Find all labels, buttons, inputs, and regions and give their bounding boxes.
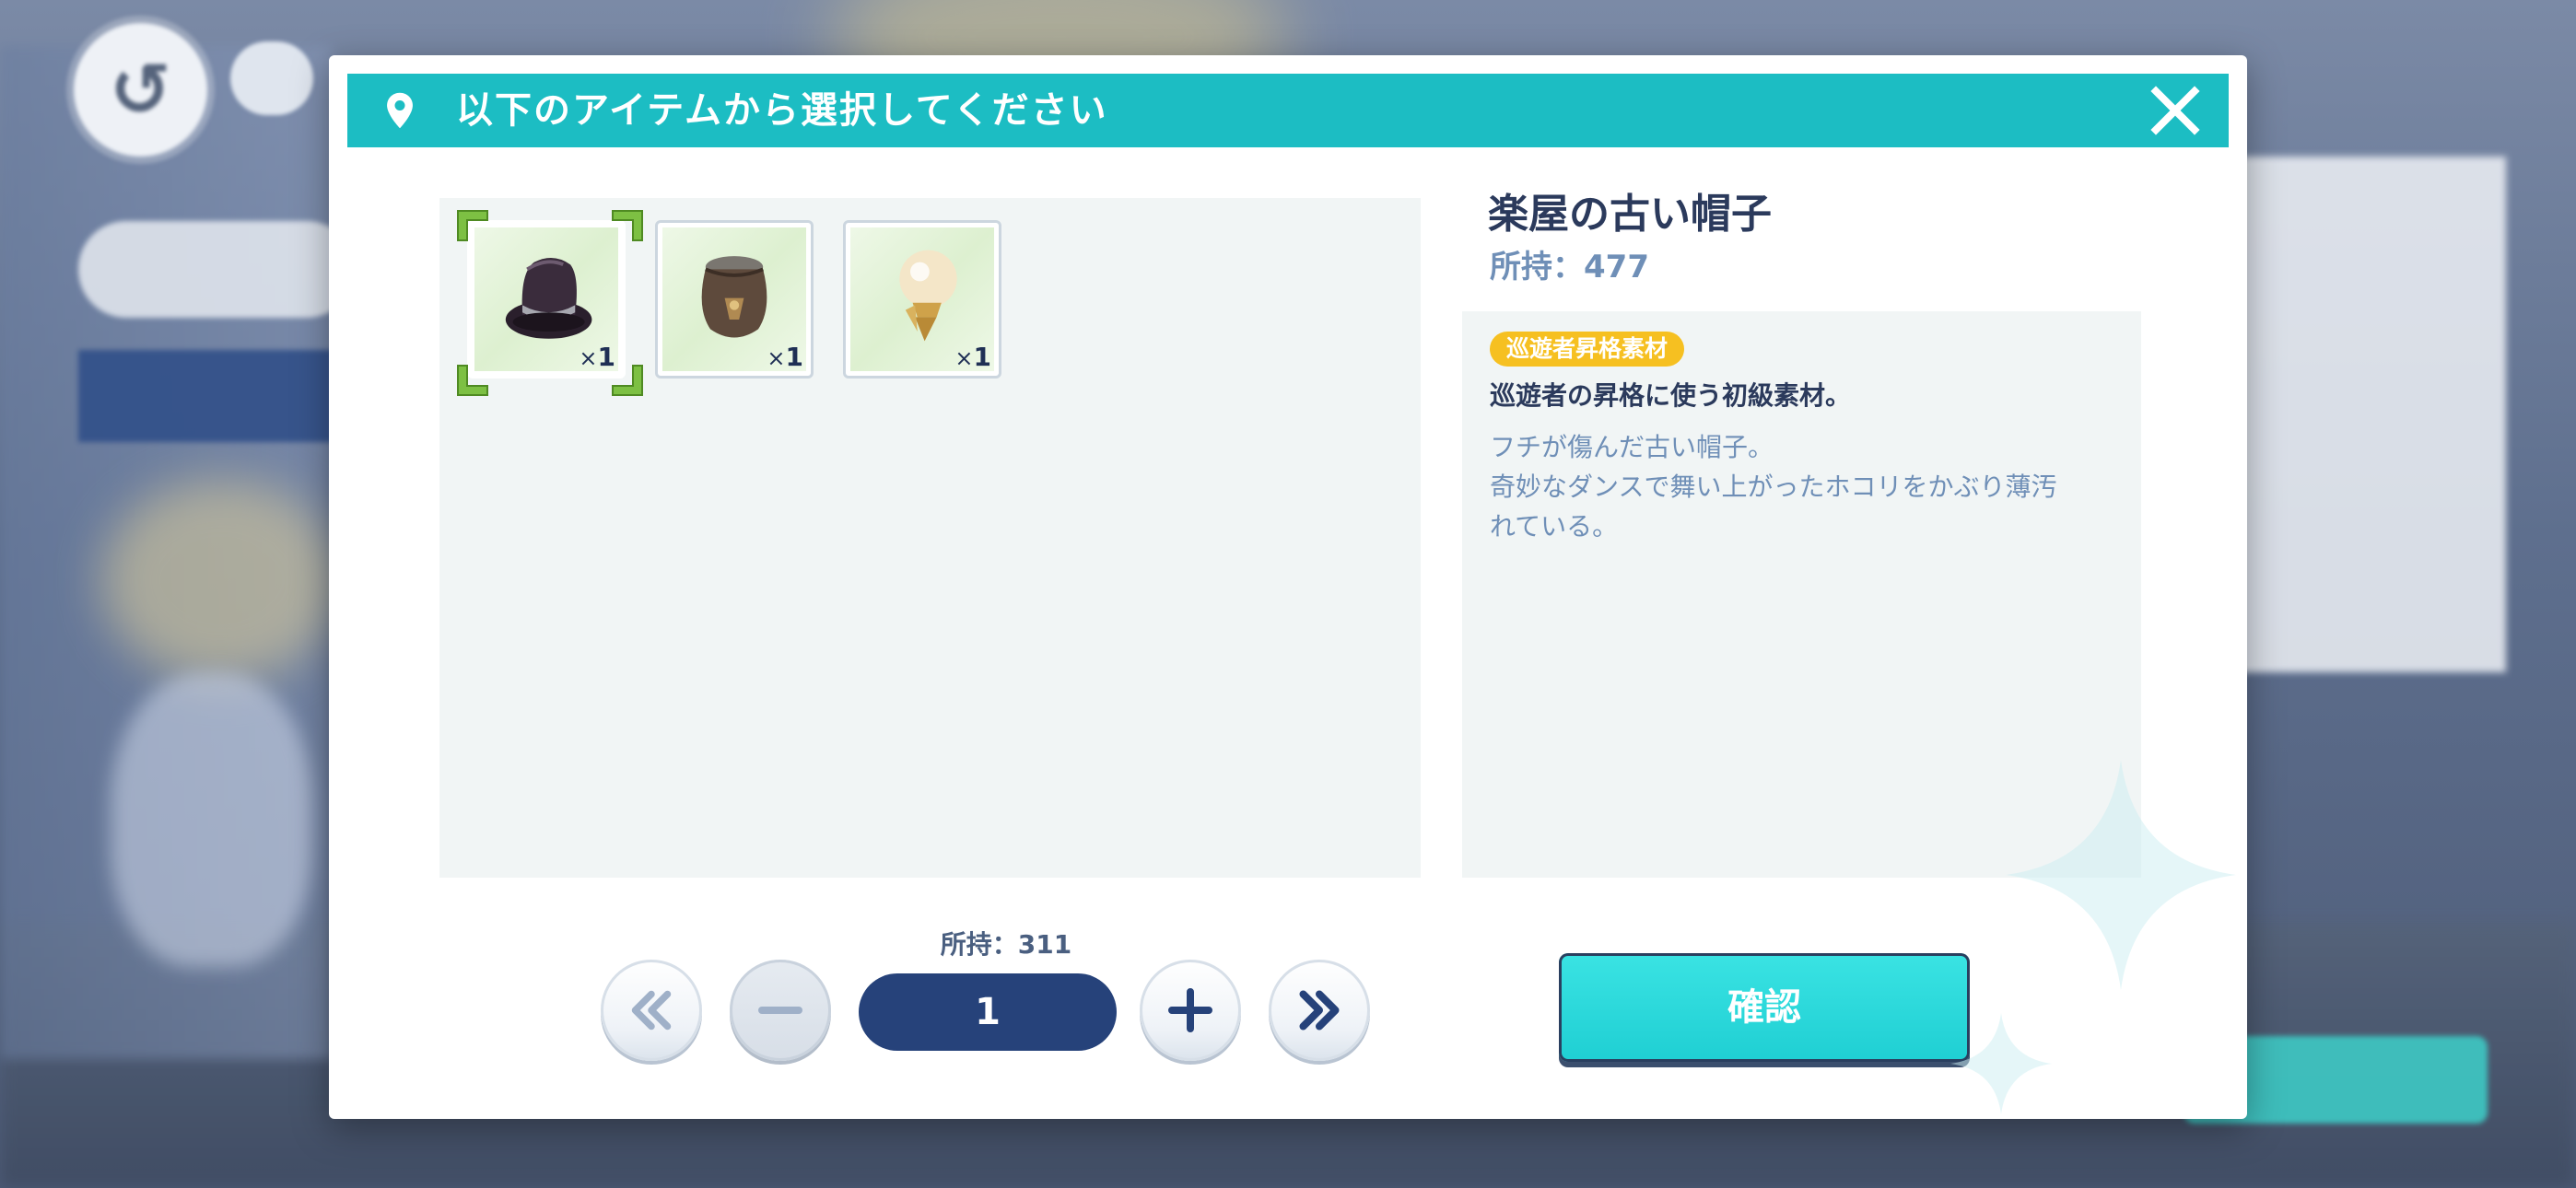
background-menu-item-active	[78, 350, 355, 442]
dialog-header: 以下のアイテムから選択してください	[347, 74, 2229, 147]
item-slot-bag[interactable]: ×1	[655, 220, 814, 379]
flavor-line: れている。	[1490, 511, 1619, 542]
selection-corner-icon	[612, 365, 643, 396]
close-icon[interactable]	[2149, 85, 2201, 136]
location-pill	[230, 41, 313, 115]
plus-icon	[1168, 988, 1212, 1032]
location-pin-icon	[387, 92, 413, 129]
minus-icon	[758, 1007, 802, 1014]
selection-corner-icon	[457, 210, 488, 241]
double-chevron-left-icon	[631, 990, 672, 1031]
background-flowers	[101, 479, 341, 681]
background-menu-item	[78, 221, 355, 318]
flavor-line: フチが傷んだ古い帽子。	[1490, 432, 1774, 462]
selection-owned-count: 所持：311	[940, 929, 1072, 960]
double-chevron-right-icon	[1299, 990, 1340, 1031]
selection-corner-icon	[457, 365, 488, 396]
decrease-quantity-button[interactable]	[730, 960, 831, 1061]
item-grid: ×1 ×1 ×1	[439, 198, 1421, 878]
sparkle-icon	[2006, 760, 2236, 990]
quantity-field[interactable]: 1	[859, 973, 1117, 1051]
increase-quantity-button[interactable]	[1140, 960, 1241, 1061]
item-name: 楽屋の古い帽子	[1488, 191, 1772, 238]
background-vase	[111, 672, 313, 967]
back-button: ↺	[74, 23, 207, 157]
confirm-label: 確認	[1727, 986, 1801, 1029]
item-flavor-text: フチが傷んだ古い帽子。 奇妙なダンスで舞い上がったホコリをかぶり薄汚 れている。	[1490, 427, 2125, 546]
dialog-title: 以下のアイテムから選択してください	[456, 89, 1108, 132]
bag-icon	[701, 256, 767, 338]
top-hat-icon	[505, 257, 592, 339]
item-quantity: ×1	[954, 342, 991, 372]
item-category-badge: 巡遊者昇格素材	[1490, 332, 1685, 367]
background-right-card	[2230, 157, 2506, 672]
item-select-dialog: 以下のアイテムから選択してください ×1 ×1 ×1 楽屋の古い帽子 所持：47…	[329, 55, 2247, 1119]
item-slot-bulb[interactable]: ×1	[843, 220, 1001, 379]
bulb-icon	[899, 250, 957, 342]
sparkle-icon	[1950, 1013, 2052, 1114]
confirm-button[interactable]: 確認	[1559, 953, 1970, 1062]
max-quantity-button[interactable]	[1269, 960, 1370, 1061]
item-quantity: ×1	[767, 342, 803, 372]
min-quantity-button[interactable]	[601, 960, 702, 1061]
selection-corner-icon	[612, 210, 643, 241]
item-summary: 巡遊者の昇格に使う初級素材。	[1490, 380, 1852, 411]
flavor-line: 奇妙なダンスで舞い上がったホコリをかぶり薄汚	[1490, 472, 2057, 502]
item-owned-count: 所持：477	[1490, 249, 1649, 285]
back-arrow-icon: ↺	[109, 47, 172, 133]
